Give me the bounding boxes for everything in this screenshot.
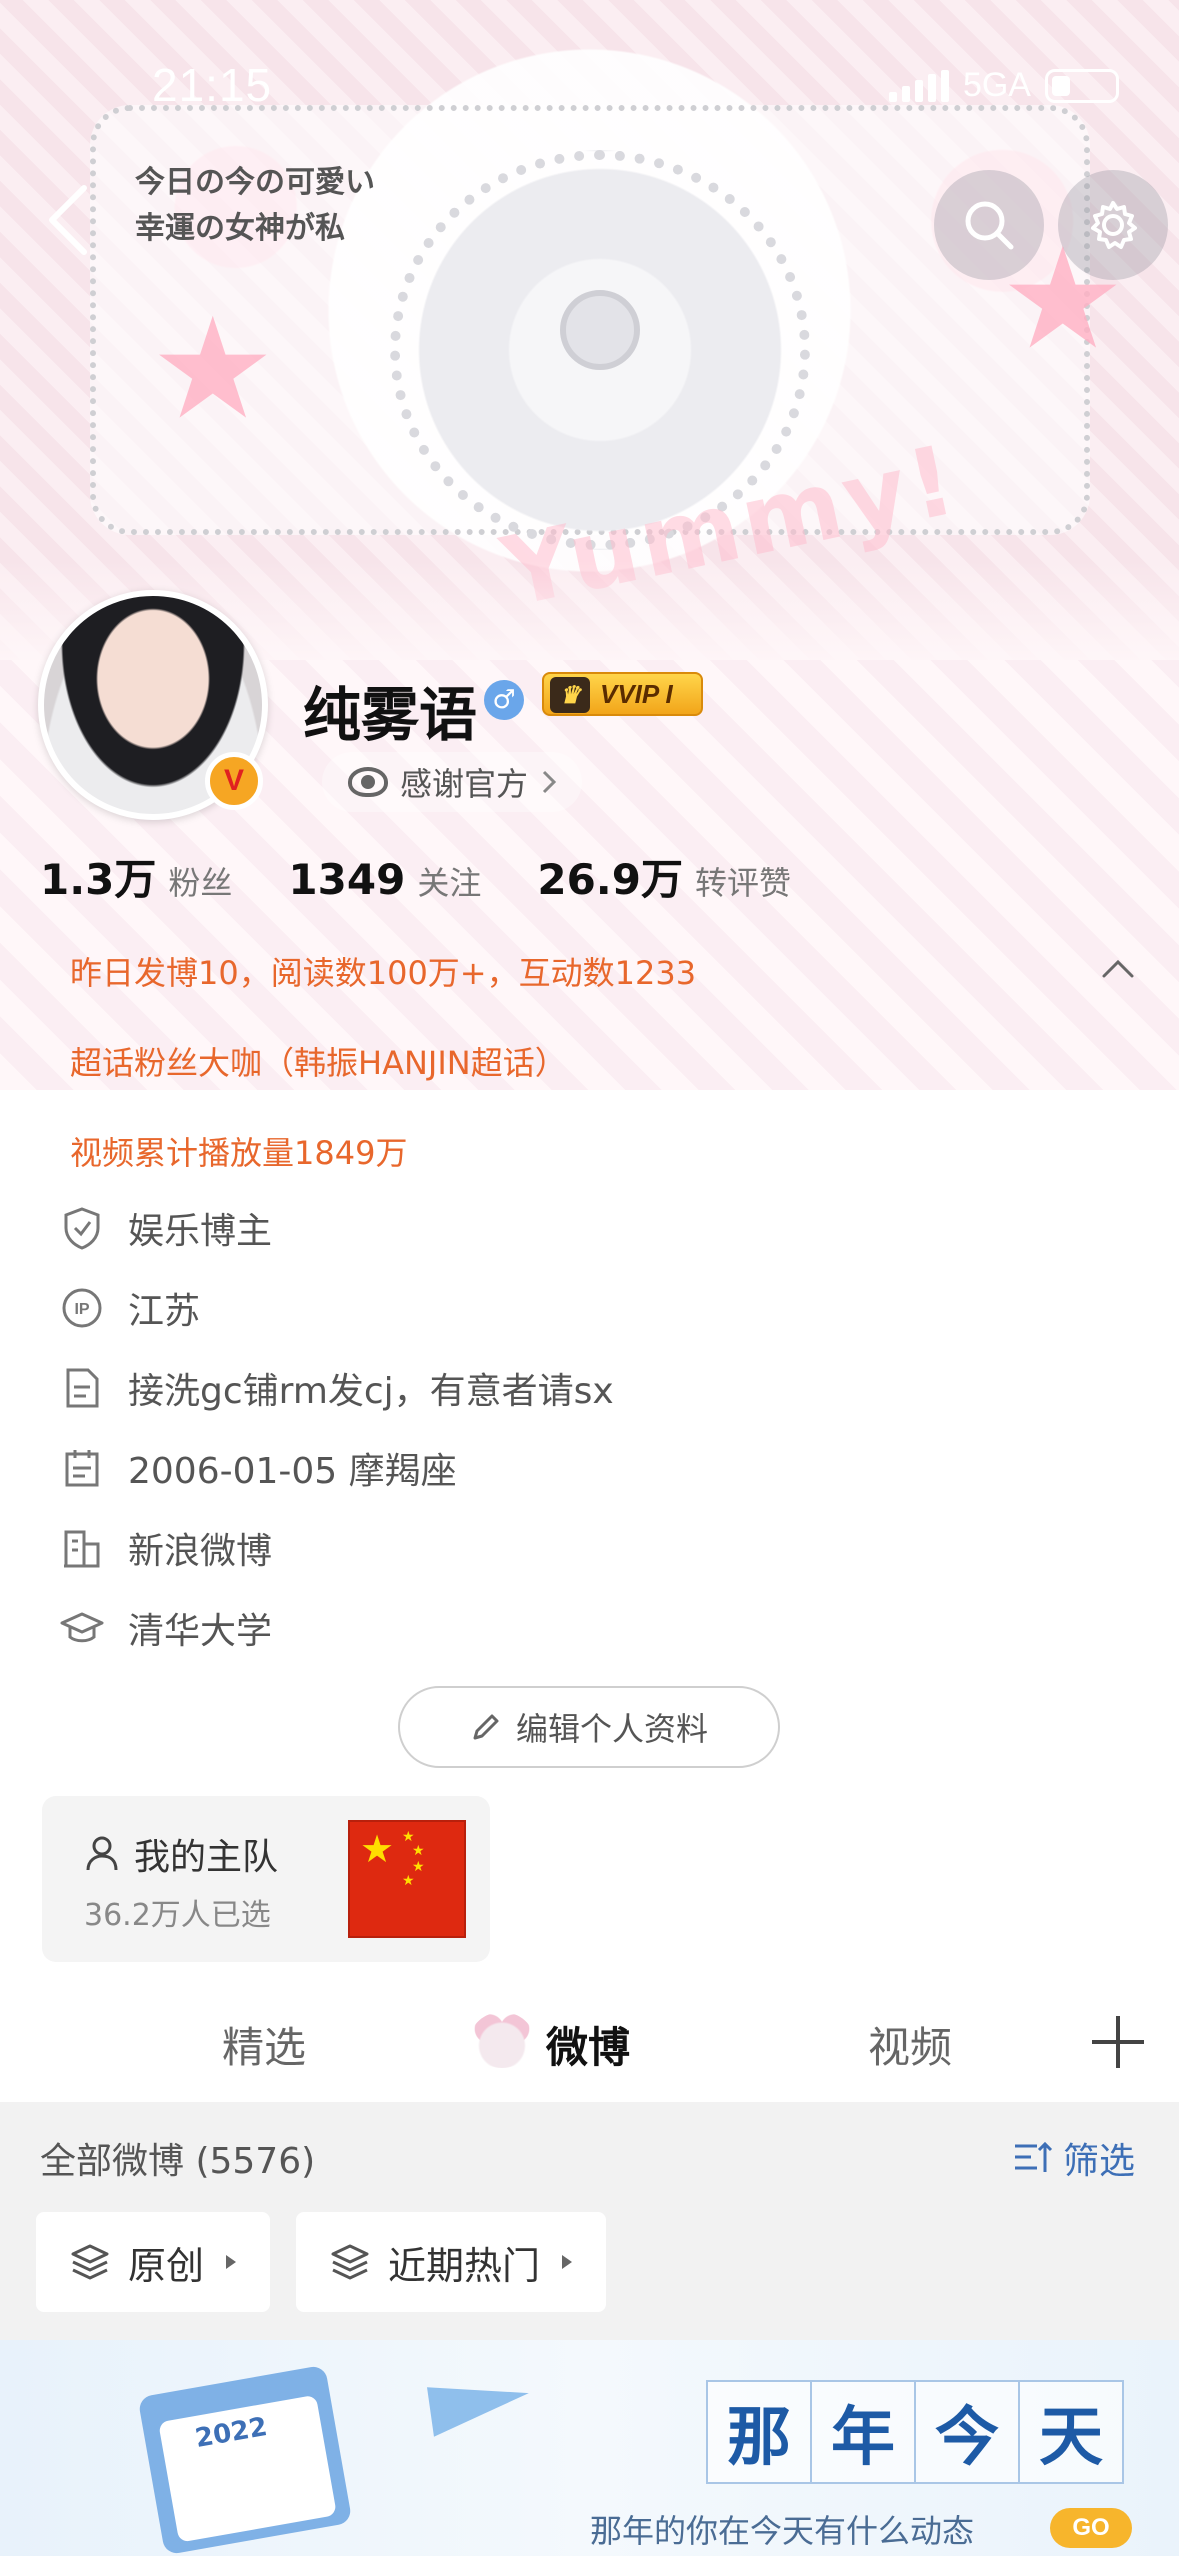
- thanks-label: 感谢官方: [400, 765, 529, 803]
- stat-followers[interactable]: 1.3万 粉丝: [40, 846, 232, 907]
- vvip-label: VVIP I: [600, 678, 673, 709]
- info-company: 新浪微博: [60, 1522, 272, 1574]
- signal-icon: [888, 69, 949, 102]
- edit-profile-button[interactable]: 编辑个人资料: [398, 1686, 780, 1768]
- back-arrow-icon: [49, 185, 87, 255]
- team-icon: [86, 1836, 118, 1871]
- vvip-badge[interactable]: ♛ VVIP I: [542, 672, 703, 716]
- info-birthday: 2006-01-05 摩羯座: [60, 1442, 457, 1494]
- paper-plane-icon: [427, 2373, 533, 2437]
- tab-video[interactable]: 视频: [868, 2014, 952, 2075]
- crown-icon: ♛: [550, 677, 590, 713]
- add-tab-icon[interactable]: [1092, 2016, 1144, 2068]
- team-count: 36.2万人已选: [84, 1898, 271, 1933]
- male-gender-icon: ♂: [484, 680, 524, 720]
- filter-button[interactable]: 筛选: [1013, 2132, 1135, 2184]
- caret-right-icon: [562, 2255, 573, 2269]
- building-icon: [60, 1526, 104, 1570]
- my-team-card[interactable]: 我的主队 36.2万人已选 ★ ★ ★ ★ ★: [42, 1796, 490, 1962]
- on-this-day-banner[interactable]: 2022 那 年 今 天 那年的你在今天有什么动态 GO: [0, 2340, 1179, 2556]
- thanks-official-link[interactable]: 感谢官方: [322, 752, 583, 812]
- profile-stats: 1.3万 粉丝 1349 关注 26.9万 转评赞: [40, 846, 847, 907]
- search-icon: [965, 201, 1014, 250]
- highlight-yesterday-stats: 昨日发博10，阅读数100万+，互动数1233: [70, 954, 697, 992]
- cover-japanese-text: 今日の今の可愛い 幸運の女神が私: [135, 165, 375, 246]
- svg-text:IP: IP: [74, 1301, 89, 1318]
- chip-original[interactable]: 原创: [36, 2212, 271, 2312]
- info-ip-location: IP 江苏: [60, 1282, 200, 1334]
- back-button[interactable]: [40, 180, 100, 260]
- go-button[interactable]: GO: [1050, 2508, 1132, 2548]
- bow-knot-decoration: [560, 290, 640, 370]
- filter-icon: [1014, 2141, 1053, 2172]
- highlight-supertopic-fan[interactable]: 超话粉丝大咖（韩振HANJIN超话）: [70, 1038, 567, 1084]
- info-bio: 接洗gc铺rm发cj，有意者请sx: [60, 1362, 614, 1414]
- tab-decoration-icon: [470, 2012, 534, 2068]
- chevron-right-icon: [542, 770, 557, 794]
- search-button[interactable]: [934, 170, 1044, 280]
- battery-icon: [1045, 68, 1119, 103]
- team-title: 我的主队: [82, 1828, 278, 1880]
- calendar-icon: [60, 1446, 104, 1490]
- on-this-day-title: 那 年 今 天: [706, 2380, 1124, 2484]
- stat-reposts-comments-likes[interactable]: 26.9万 转评赞: [537, 846, 791, 907]
- tab-featured[interactable]: 精选: [222, 2014, 306, 2075]
- shield-icon: [60, 1206, 104, 1250]
- status-indicators: 5GA: [888, 66, 1119, 105]
- ip-icon: IP: [60, 1286, 104, 1330]
- gear-icon: [1091, 201, 1137, 249]
- highlight-video-plays: 视频累计播放量1849万: [70, 1134, 408, 1172]
- china-flag-image: ★ ★ ★ ★ ★: [348, 1820, 466, 1938]
- weibo-logo-icon: [348, 767, 388, 797]
- on-this-day-subtitle: 那年的你在今天有什么动态: [590, 2512, 975, 2550]
- info-school: 清华大学: [60, 1602, 272, 1654]
- info-category: 娱乐博主: [60, 1202, 272, 1254]
- verified-badge: V: [205, 752, 263, 810]
- chip-recent-hot[interactable]: 近期热门: [296, 2212, 607, 2312]
- document-icon: [60, 1366, 104, 1410]
- tab-weibo[interactable]: 微博: [546, 2014, 630, 2075]
- profile-tabs: 精选 微博 视频: [0, 2000, 1179, 2100]
- feed-count: 全部微博 (5576): [40, 2141, 316, 2182]
- network-type: 5GA: [962, 66, 1031, 104]
- profile-cover-banner[interactable]: ★ ★ 今日の今の可愛い 幸運の女神が私 Yummy! 21:15 5GA: [0, 0, 1179, 690]
- status-time: 21:15: [152, 59, 273, 111]
- stat-following[interactable]: 1349 关注: [288, 855, 481, 904]
- username: 纯雾语: [303, 681, 478, 749]
- settings-button[interactable]: [1058, 170, 1168, 280]
- layers-icon: [71, 2244, 109, 2280]
- layers-icon: [331, 2244, 369, 2280]
- star-decoration: ★: [150, 288, 276, 451]
- calendar-illustration: 2022: [137, 2364, 353, 2556]
- pencil-icon: [473, 1714, 499, 1740]
- caret-right-icon: [226, 2255, 237, 2269]
- chevron-up-icon[interactable]: [1100, 950, 1136, 986]
- graduation-cap-icon: [60, 1606, 104, 1650]
